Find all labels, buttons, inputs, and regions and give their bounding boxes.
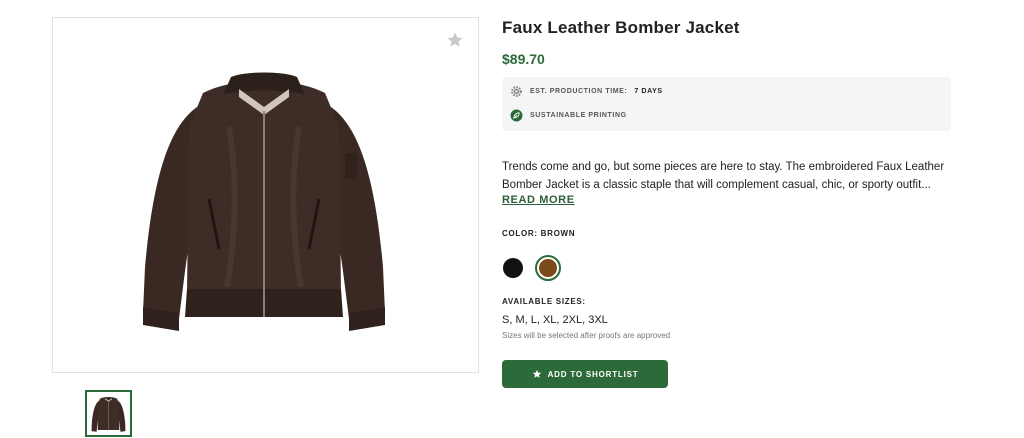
product-price: $89.70 <box>502 51 545 67</box>
color-swatch-brown-fill <box>539 259 557 277</box>
color-swatch-black[interactable] <box>503 258 523 278</box>
bomber-jacket-thumbnail-icon <box>91 396 126 432</box>
product-title: Faux Leather Bomber Jacket <box>502 18 740 37</box>
read-more-link[interactable]: READ MORE <box>502 194 575 206</box>
color-label: COLOR: BROWN <box>502 229 576 238</box>
add-to-shortlist-button[interactable]: ADD TO SHORTLIST <box>502 360 668 388</box>
sizes-list: S, M, L, XL, 2XL, 3XL <box>502 314 608 326</box>
sizes-note: Sizes will be selected after proofs are … <box>502 331 671 340</box>
favorite-star-icon[interactable] <box>446 31 464 49</box>
sustainable-printing-label: SUSTAINABLE PRINTING <box>530 112 627 119</box>
product-image-frame[interactable] <box>52 17 479 373</box>
color-swatch-brown[interactable] <box>535 255 561 281</box>
production-time-label: EST. PRODUCTION TIME: <box>530 88 628 95</box>
add-to-shortlist-label: ADD TO SHORTLIST <box>547 369 639 379</box>
production-time-value: 7 DAYS <box>634 88 663 95</box>
production-time-row: EST. PRODUCTION TIME: 7 DAYS <box>510 85 663 98</box>
product-description: Trends come and go, but some pieces are … <box>502 161 945 191</box>
bomber-jacket-image <box>143 72 385 331</box>
production-info-box: EST. PRODUCTION TIME: 7 DAYS SUSTAINABLE… <box>502 77 951 131</box>
sizes-label: AVAILABLE SIZES: <box>502 297 586 306</box>
product-thumbnail[interactable] <box>85 390 132 437</box>
gear-icon <box>511 86 522 97</box>
sustainable-printing-row: SUSTAINABLE PRINTING <box>510 109 627 122</box>
leaf-icon <box>510 109 523 122</box>
star-icon <box>532 369 541 378</box>
